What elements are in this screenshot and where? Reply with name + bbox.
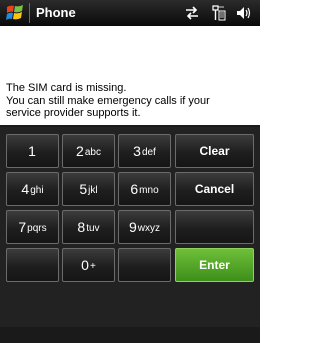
key-letters: tuv bbox=[86, 222, 100, 234]
message-line-1: The SIM card is missing. bbox=[6, 82, 127, 94]
key-digit: 2 bbox=[76, 143, 84, 159]
key-8[interactable]: 8 tuv bbox=[62, 210, 115, 244]
key-0[interactable]: 0 + bbox=[62, 248, 115, 282]
key-letters: jkl bbox=[88, 184, 98, 196]
key-digit: 0 bbox=[81, 257, 89, 273]
key-7[interactable]: 7 pqrs bbox=[6, 210, 59, 244]
app-title: Phone bbox=[36, 5, 76, 20]
key-1[interactable]: 1 bbox=[6, 134, 59, 168]
key-3[interactable]: 3 def bbox=[118, 134, 171, 168]
status-icons bbox=[184, 4, 252, 22]
key-2[interactable]: 2 abc bbox=[62, 134, 115, 168]
cancel-button[interactable]: Cancel bbox=[175, 172, 254, 206]
key-6[interactable]: 6 mno bbox=[118, 172, 171, 206]
title-divider bbox=[29, 3, 30, 23]
key-9[interactable]: 9 wxyz bbox=[118, 210, 171, 244]
sync-arrows-icon[interactable] bbox=[184, 6, 200, 20]
title-bar: Phone bbox=[0, 0, 260, 26]
message-line-2: You can still make emergency calls if yo… bbox=[6, 94, 210, 107]
key-letters: pqrs bbox=[27, 222, 47, 234]
key-letters: mno bbox=[139, 184, 159, 196]
key-letters: wxyz bbox=[137, 222, 161, 234]
key-digit: 5 bbox=[79, 181, 88, 197]
blank-key-middle bbox=[118, 248, 171, 282]
blank-key-right-row3 bbox=[175, 210, 254, 244]
speaker-volume-icon[interactable] bbox=[236, 6, 252, 20]
bottom-bar bbox=[0, 327, 260, 343]
no-sim-antenna-icon[interactable] bbox=[210, 5, 226, 21]
windows-start-logo[interactable] bbox=[6, 4, 24, 22]
key-digit: 6 bbox=[130, 181, 139, 197]
message-line-3: service provider supports it. bbox=[6, 107, 141, 119]
key-digit: 1 bbox=[28, 143, 36, 159]
sim-missing-message: The SIM card is missing. You can still m… bbox=[6, 82, 254, 120]
key-digit: 4 bbox=[21, 181, 30, 197]
key-letters: def bbox=[141, 146, 156, 158]
key-digit: 9 bbox=[128, 219, 137, 235]
key-digit: 8 bbox=[77, 219, 86, 235]
key-digit: 3 bbox=[133, 143, 141, 159]
key-5[interactable]: 5 jkl bbox=[62, 172, 115, 206]
blank-key-left bbox=[6, 248, 59, 282]
phone-screen: Phone The SIM card is missing. You can s… bbox=[0, 0, 260, 343]
key-4[interactable]: 4 ghi bbox=[6, 172, 59, 206]
key-letters: abc bbox=[84, 146, 101, 158]
key-letters: ghi bbox=[30, 184, 44, 196]
key-digit: 7 bbox=[18, 219, 27, 235]
enter-button[interactable]: Enter bbox=[175, 248, 254, 282]
clear-button[interactable]: Clear bbox=[175, 134, 254, 168]
key-letters: + bbox=[89, 260, 96, 272]
dial-keypad: 1 2 abc 3 def Clear 4 ghi 5 jkl 6 mno Ca… bbox=[0, 127, 260, 327]
